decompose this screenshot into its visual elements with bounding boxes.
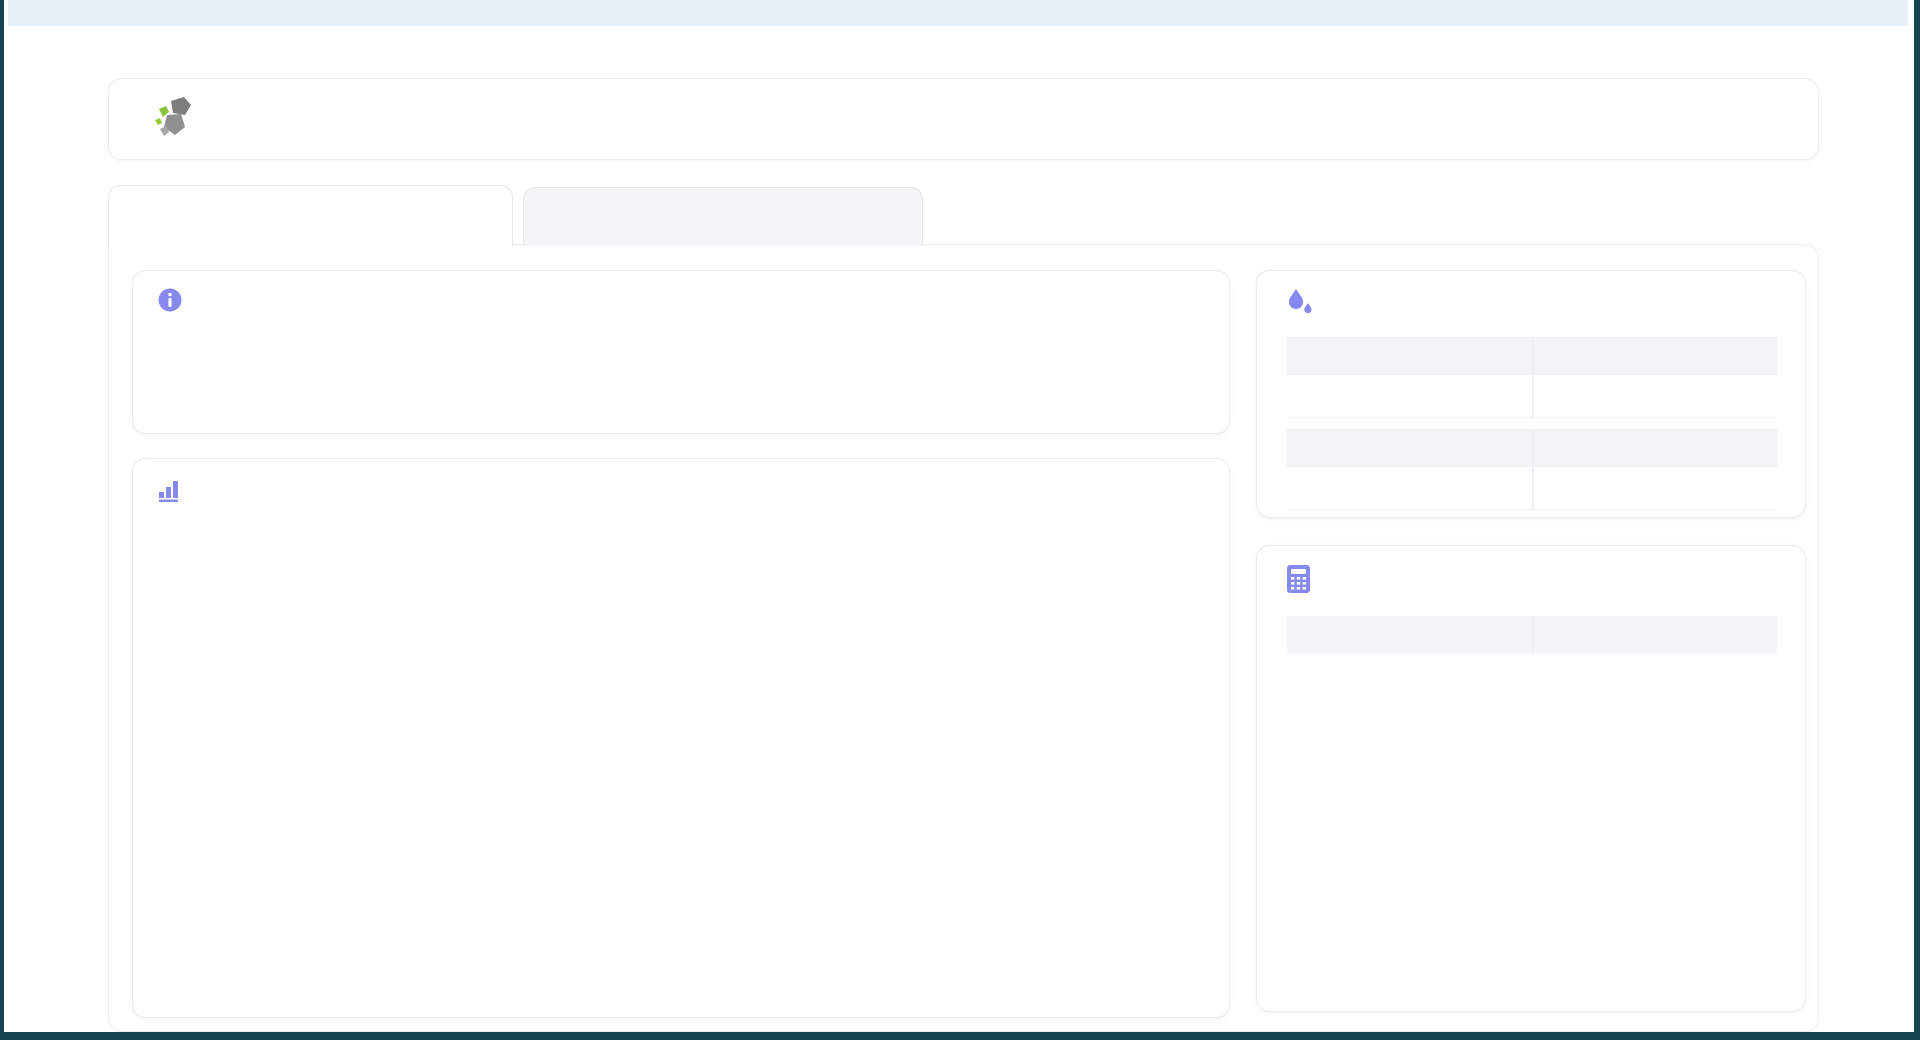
bv-header-odi: [1532, 429, 1777, 467]
shear-viscosity-card: [1256, 545, 1806, 1012]
ubiosis-logo: [151, 95, 207, 147]
calculator-icon: [1285, 564, 1312, 599]
window-frame: [0, 0, 1920, 1040]
sv-header-shear-rate: [1287, 616, 1532, 654]
blood-viscosity-table-1: [1287, 337, 1777, 418]
viscosity-chart: [163, 521, 1223, 1006]
tab-result[interactable]: [108, 185, 513, 246]
bv-value-odi: [1532, 467, 1777, 510]
titlebar: [8, 0, 1908, 26]
drops-icon: [1285, 287, 1315, 324]
blood-viscosity-card: [1256, 270, 1806, 518]
shear-viscosity-table: [1287, 616, 1777, 654]
bv-header-diastolic: [1532, 337, 1777, 375]
file-info-card: [132, 270, 1230, 434]
sv-header-patient: [1532, 616, 1777, 654]
tab-raw-data[interactable]: [523, 187, 923, 246]
bv-value-todi: [1287, 467, 1532, 510]
bar-chart-icon: [157, 477, 183, 508]
bv-header-todi: [1287, 429, 1532, 467]
bv-header-systolic: [1287, 337, 1532, 375]
bv-value-systolic: [1287, 375, 1532, 418]
blood-viscosity-table-2: [1287, 429, 1777, 510]
info-icon: [157, 287, 183, 318]
header-card: [108, 78, 1819, 160]
graph-card: [132, 458, 1230, 1018]
bv-value-diastolic: [1532, 375, 1777, 418]
logo-mark-icon: [151, 93, 203, 150]
